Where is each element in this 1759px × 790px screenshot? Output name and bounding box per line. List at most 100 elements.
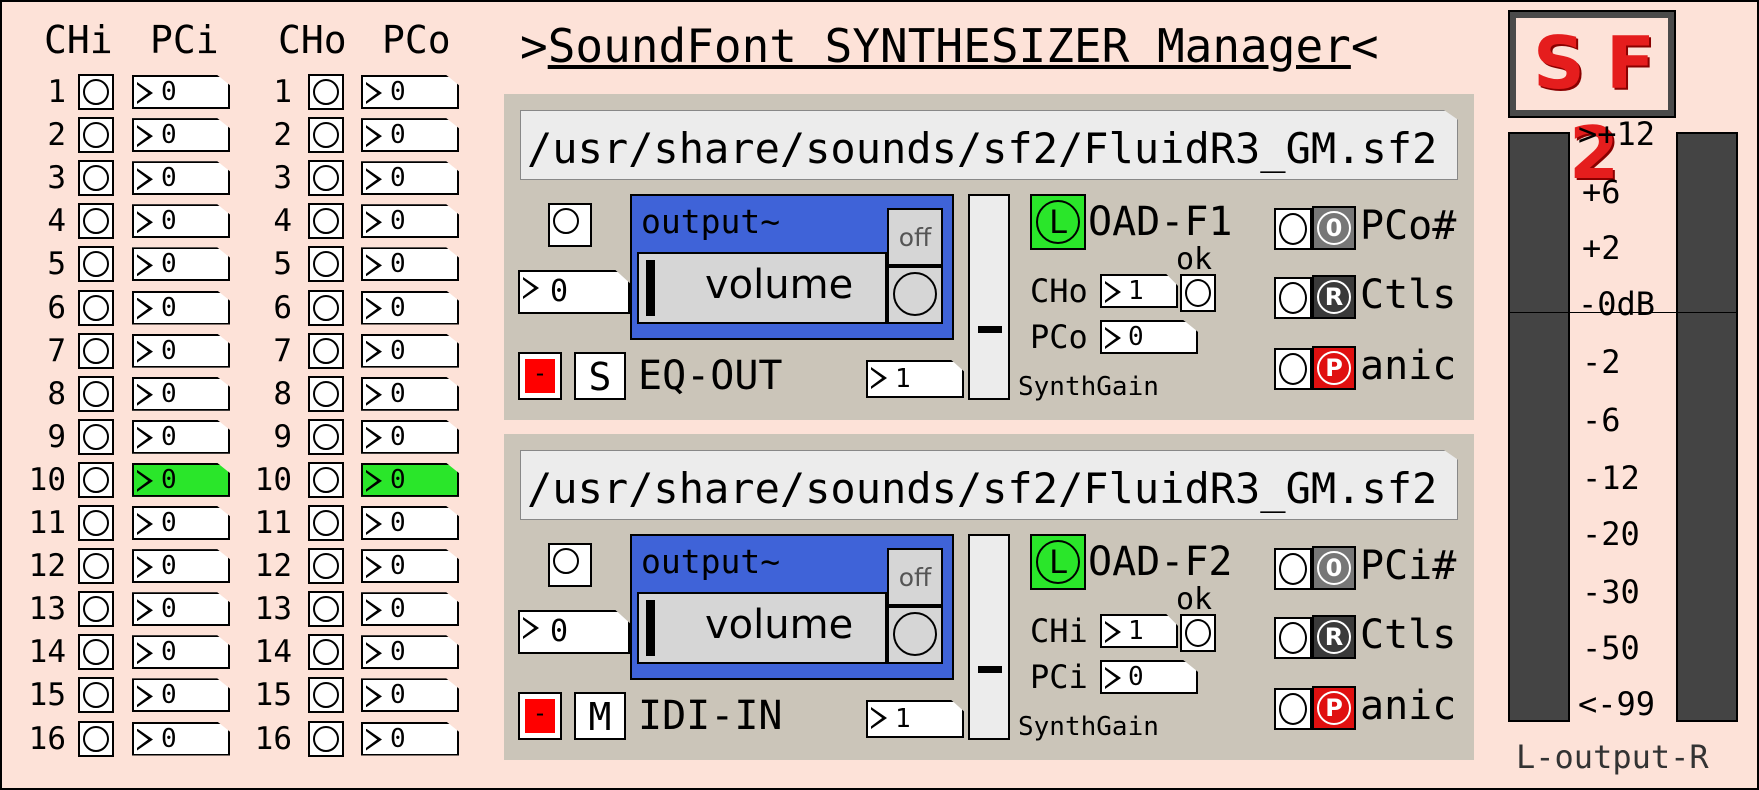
output-program-number-box[interactable]: 0 xyxy=(361,506,459,540)
input-program-number-box[interactable]: 0 xyxy=(132,290,230,325)
pc-send-bang[interactable] xyxy=(1274,208,1312,250)
input-program-number-box[interactable]: 0 xyxy=(132,204,230,239)
volume-slider[interactable]: volume xyxy=(637,252,887,324)
channel-number-box[interactable]: 1 xyxy=(1100,614,1178,648)
input-channel-bang[interactable] xyxy=(78,505,114,541)
output-program-number-box[interactable]: 0 xyxy=(361,333,459,368)
input-program-number-box[interactable]: 0 xyxy=(132,462,230,497)
output-program-number-box[interactable]: 0 xyxy=(361,376,459,411)
volume-slider[interactable]: volume xyxy=(637,592,887,664)
output-channel-bang[interactable] xyxy=(308,591,344,628)
input-program-number-box[interactable]: 0 xyxy=(132,161,230,196)
channel-number-box[interactable]: 1 xyxy=(1100,274,1178,308)
synth-gain-knob[interactable] xyxy=(978,326,1002,333)
output-program-number-box[interactable]: 0 xyxy=(361,721,459,756)
load-button[interactable]: L xyxy=(1030,194,1086,250)
dsp-off-bang[interactable] xyxy=(887,606,943,664)
input-channel-bang[interactable] xyxy=(78,720,114,757)
synth-bang[interactable] xyxy=(548,203,592,247)
output-channel-bang[interactable] xyxy=(308,203,344,240)
input-channel-bang[interactable] xyxy=(78,289,114,326)
output-channel-bang[interactable] xyxy=(308,289,344,326)
output-program-number-box[interactable]: 0 xyxy=(361,678,459,713)
output-program-number-box[interactable]: 0 xyxy=(361,118,459,153)
output-channel-bang[interactable] xyxy=(308,332,344,369)
input-channel-bang[interactable] xyxy=(78,634,114,671)
output-channel-bang[interactable] xyxy=(308,160,344,197)
output-channel-bang[interactable] xyxy=(308,418,344,455)
input-program-number-box[interactable]: 0 xyxy=(132,678,230,713)
output-program-number-box[interactable]: 0 xyxy=(361,290,459,325)
panic-button[interactable]: P xyxy=(1312,346,1356,390)
input-program-number-box[interactable]: 0 xyxy=(132,506,230,540)
synth-gain-slider[interactable] xyxy=(968,534,1010,740)
output-program-number-box[interactable]: 0 xyxy=(361,75,459,109)
dsp-off-toggle[interactable]: off xyxy=(887,548,943,606)
output-channel-bang[interactable] xyxy=(308,246,344,283)
synth-bang[interactable] xyxy=(548,543,592,587)
output-channel-bang[interactable] xyxy=(308,720,344,757)
output-program-number-box[interactable]: 0 xyxy=(361,635,459,670)
reset-controls-button[interactable]: R xyxy=(1312,275,1356,319)
soundfont-path-field[interactable]: /usr/share/sounds/sf2/FluidR3_GM.sf2 xyxy=(520,110,1458,180)
panic-button[interactable]: P xyxy=(1312,686,1356,730)
ok-bang[interactable] xyxy=(1180,614,1216,652)
panic-bang[interactable] xyxy=(1274,688,1312,730)
input-program-number-box[interactable]: 0 xyxy=(132,247,230,282)
output-program-number-box[interactable]: 0 xyxy=(361,204,459,239)
output-channel-bang[interactable] xyxy=(308,505,344,541)
output-channel-bang[interactable] xyxy=(308,461,344,498)
program-number-box[interactable]: 0 xyxy=(1100,320,1198,354)
input-channel-bang[interactable] xyxy=(78,677,114,714)
output-channel-bang[interactable] xyxy=(308,548,344,585)
load-button[interactable]: L xyxy=(1030,534,1086,590)
output-channel-bang[interactable] xyxy=(308,634,344,671)
gain-number-box[interactable]: 1 xyxy=(866,700,964,738)
input-channel-bang[interactable] xyxy=(78,332,114,369)
pc-button[interactable]: 0 xyxy=(1312,206,1356,250)
input-program-number-box[interactable]: 0 xyxy=(132,721,230,756)
reset-controls-button[interactable]: R xyxy=(1312,615,1356,659)
output-channel-bang[interactable] xyxy=(308,117,344,154)
ctls-bang[interactable] xyxy=(1274,617,1312,659)
synth-gain-knob[interactable] xyxy=(978,666,1002,673)
input-channel-bang[interactable] xyxy=(78,418,114,455)
input-program-number-box[interactable]: 0 xyxy=(132,118,230,153)
program-number-box[interactable]: 0 xyxy=(1100,660,1198,694)
input-channel-bang[interactable] xyxy=(78,548,114,585)
mode-toggle[interactable] xyxy=(518,352,562,400)
gain-number-box[interactable]: 1 xyxy=(866,360,964,398)
synth-gain-slider[interactable] xyxy=(968,194,1010,400)
synth-number-box[interactable]: 0 xyxy=(518,270,630,314)
input-program-number-box[interactable]: 0 xyxy=(132,635,230,670)
output-program-number-box[interactable]: 0 xyxy=(361,549,459,584)
input-channel-bang[interactable] xyxy=(78,203,114,240)
input-program-number-box[interactable]: 0 xyxy=(132,376,230,411)
dsp-off-bang[interactable] xyxy=(887,266,943,324)
input-channel-bang[interactable] xyxy=(78,74,114,110)
volume-slider-handle[interactable] xyxy=(646,600,655,656)
dsp-off-toggle[interactable]: off xyxy=(887,208,943,266)
synth-number-box[interactable]: 0 xyxy=(518,610,630,654)
input-program-number-box[interactable]: 0 xyxy=(132,419,230,454)
output-program-number-box[interactable]: 0 xyxy=(361,419,459,454)
input-channel-bang[interactable] xyxy=(78,246,114,283)
ctls-bang[interactable] xyxy=(1274,277,1312,319)
output-channel-bang[interactable] xyxy=(308,74,344,110)
output-channel-bang[interactable] xyxy=(308,677,344,714)
input-channel-bang[interactable] xyxy=(78,591,114,628)
input-program-number-box[interactable]: 0 xyxy=(132,75,230,109)
pc-send-bang[interactable] xyxy=(1274,548,1312,590)
soundfont-path-field[interactable]: /usr/share/sounds/sf2/FluidR3_GM.sf2 xyxy=(520,450,1458,520)
input-channel-bang[interactable] xyxy=(78,160,114,197)
mode-toggle[interactable] xyxy=(518,692,562,740)
output-channel-bang[interactable] xyxy=(308,375,344,412)
volume-slider-handle[interactable] xyxy=(646,260,655,316)
input-channel-bang[interactable] xyxy=(78,461,114,498)
pc-button[interactable]: 0 xyxy=(1312,546,1356,590)
ok-bang[interactable] xyxy=(1180,274,1216,312)
input-program-number-box[interactable]: 0 xyxy=(132,592,230,627)
input-channel-bang[interactable] xyxy=(78,375,114,412)
input-program-number-box[interactable]: 0 xyxy=(132,333,230,368)
output-program-number-box[interactable]: 0 xyxy=(361,247,459,282)
